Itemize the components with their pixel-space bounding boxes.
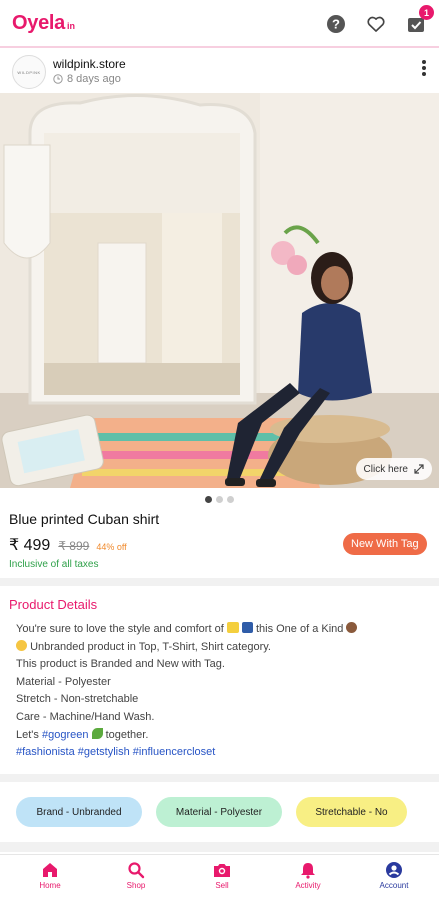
expand-icon [414,464,424,474]
description-text: Care - Machine/Hand Wash. [16,710,155,723]
store-avatar[interactable]: WILDPINK [12,55,46,89]
chip-brand[interactable]: Brand - Unbranded [16,797,142,827]
help-icon[interactable]: ? [323,11,349,37]
bottom-navigation: Home Shop Sell Activity Account [0,854,439,900]
logo-text: Oyela [12,12,65,34]
description-text: this One of a Kind [255,623,344,635]
nav-sell-label: Sell [215,881,229,890]
attribute-chips: Brand - Unbranded Material - Polyester S… [0,797,439,827]
nav-shop[interactable]: Shop [96,861,176,890]
carousel-dot[interactable] [227,496,234,503]
nav-shop-label: Shop [126,881,146,890]
carousel-dot[interactable] [216,496,223,503]
logo-suffix: in [66,21,75,31]
nav-activity-label: Activity [295,881,321,890]
nav-account[interactable]: Account [354,861,434,890]
camera-icon [214,864,230,877]
section-divider [0,842,439,852]
nav-sell[interactable]: Sell [182,861,262,890]
nav-activity[interactable]: Activity [268,861,348,890]
heart-icon[interactable] [363,11,389,37]
product-details-heading: Product Details [9,597,98,612]
top-app-bar: Oyela in ? 1 [0,0,439,48]
face-emoji-icon [16,639,27,651]
mrp-price: ₹ 899 [58,539,90,553]
night-sky-icon [241,622,253,633]
clock-icon [53,74,63,84]
section-divider [0,774,439,782]
avatar-text: WILDPINK [17,69,41,75]
carousel-dot[interactable] [205,496,212,503]
click-here-button[interactable]: Click here [355,458,432,480]
new-with-tag-button[interactable]: New With Tag [343,533,427,555]
description-text: Unbranded product in Top, T-Shirt, Shirt… [30,640,271,653]
cart-count-badge: 1 [419,5,434,20]
more-vertical-icon[interactable] [421,59,427,77]
description-text: You're sure to love the style and comfor… [16,623,224,635]
nav-home[interactable]: Home [10,861,90,890]
posted-time: 8 days ago [67,73,121,85]
hashtag-links[interactable]: #fashionista #getstylish #influencerclos… [16,744,426,762]
heart-emoji-icon [346,622,358,633]
sparkles-icon [226,622,239,633]
description-text: together. [105,728,149,741]
taxes-note: Inclusive of all taxes [9,559,99,570]
nav-account-label: Account [379,881,409,890]
app-logo[interactable]: Oyela in [12,12,75,38]
product-title: Blue printed Cuban shirt [9,511,160,527]
account-icon [386,862,402,878]
top-actions: ? 1 [309,5,434,37]
description-text: Stretch - Non-stretchable [16,693,139,706]
product-photo[interactable]: Click here [0,93,439,488]
chip-stretchable[interactable]: Stretchable - No [296,797,407,827]
click-here-label: Click here [363,463,408,475]
chip-material[interactable]: Material - Polyester [156,797,282,827]
svg-text:?: ? [332,17,340,32]
bell-icon [301,863,315,879]
price-row: ₹ 499 ₹ 899 44% off [9,535,127,555]
product-description: You're sure to love the style and comfor… [16,621,426,762]
photo-illustration [0,93,439,488]
home-icon [43,863,57,877]
carousel-indicator [0,496,439,503]
price: ₹ 499 [9,537,51,554]
store-name[interactable]: wildpink.store [53,57,126,71]
nav-home-label: Home [39,881,61,890]
discount-label: 44% off [96,542,127,552]
hashtag-link[interactable]: #gogreen [42,729,89,741]
description-text: Material - Polyester [16,675,111,688]
description-text: Let's [16,728,39,741]
description-text: This product is Branded and New with Tag… [16,658,225,671]
search-icon [128,862,145,879]
section-divider [0,578,439,586]
cart-check-icon[interactable]: 1 [403,5,434,37]
leaf-icon [91,727,103,739]
post-header: WILDPINK wildpink.store 8 days ago [0,50,439,94]
